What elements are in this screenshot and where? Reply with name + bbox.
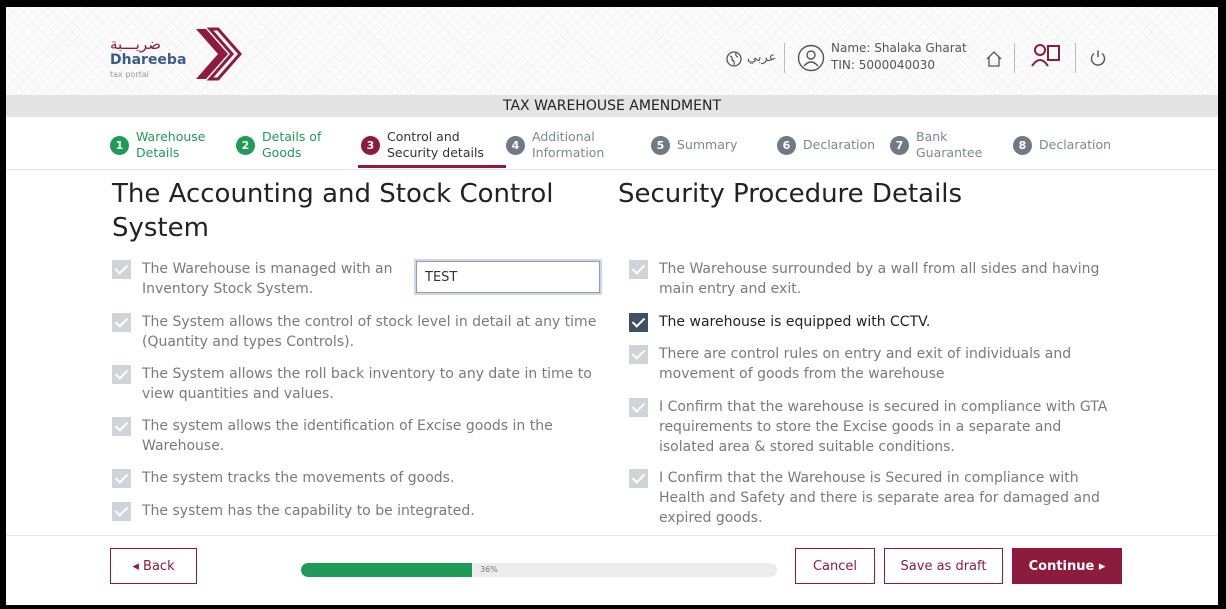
accounting-item[interactable]: The system tracks the movements of goods… [112, 468, 592, 488]
security-item[interactable]: The warehouse is equipped with CCTV. [629, 312, 1119, 332]
step-number: 4 [506, 135, 525, 155]
step-bank-guarantee[interactable]: 7 Bank Guarantee [890, 127, 982, 163]
step-details-of-goods[interactable]: 2 Details of Goods [236, 127, 321, 163]
user-name: Name: Shalaka Gharat [831, 41, 967, 55]
accounting-heading: The Accounting and Stock Control System [112, 179, 554, 243]
checkbox[interactable] [112, 313, 131, 332]
header: ضريـــبة Dhareeba tax portal عربي Name: … [6, 7, 1218, 95]
user-tin: TIN: 5000040030 [831, 58, 936, 72]
checkbox-label: The warehouse is equipped with CCTV. [659, 314, 931, 330]
step-label: Control and Security details [387, 129, 484, 160]
app-window: ضريـــبة Dhareeba tax portal عربي Name: … [6, 7, 1218, 605]
security-item[interactable]: I Confirm that the Warehouse is Secured … [629, 468, 1119, 528]
page-title: TAX WAREHOUSE AMENDMENT [6, 95, 1218, 117]
step-declaration[interactable]: 6 Declaration [777, 127, 875, 163]
accounting-item[interactable]: The system has the capability to be inte… [112, 501, 592, 521]
checkbox-label: The System allows the roll back inventor… [142, 366, 592, 402]
cancel-button[interactable]: Cancel [795, 548, 875, 584]
logo-arabic: ضريـــبة [110, 35, 161, 53]
step-control-security[interactable]: 3 Control and Security details [361, 127, 484, 163]
stepper: 1 Warehouse Details 2 Details of Goods 3… [6, 117, 1218, 170]
step-number: 6 [777, 135, 796, 155]
step-label: Details of Goods [262, 129, 322, 160]
divider [784, 43, 785, 73]
step-summary[interactable]: 5 Summary [651, 127, 737, 163]
step-number: 1 [110, 135, 129, 155]
checkbox-label: The system has the capability to be inte… [142, 503, 475, 519]
divider [6, 535, 1218, 536]
checkbox-label: The system tracks the movements of goods… [142, 470, 455, 486]
divider [1075, 43, 1076, 73]
active-step-indicator [358, 165, 506, 168]
user-icon[interactable] [797, 44, 825, 72]
divider [1014, 43, 1015, 73]
step-number: 8 [1013, 135, 1032, 155]
checkbox-label: The System allows the control of stock l… [142, 314, 597, 350]
step-additional-information[interactable]: 4 Additional Information [506, 127, 604, 163]
accounting-item[interactable]: The Warehouse is managed with an Invento… [112, 259, 412, 299]
checkbox[interactable] [112, 365, 131, 384]
checkbox[interactable] [629, 345, 648, 364]
accounting-item[interactable]: The System allows the control of stock l… [112, 312, 612, 352]
security-item[interactable]: The Warehouse surrounded by a wall from … [629, 259, 1119, 299]
logo-mark-icon[interactable] [192, 23, 242, 85]
step-label: Additional Information [532, 129, 605, 160]
step-number: 3 [361, 135, 380, 155]
logo-name: Dhareeba [110, 52, 187, 68]
checkbox-label: There are control rules on entry and exi… [659, 346, 1072, 382]
checkbox[interactable] [112, 260, 131, 279]
save-draft-button[interactable]: Save as draft [884, 548, 1003, 584]
power-icon[interactable] [1089, 49, 1107, 67]
checkbox-label: I Confirm that the warehouse is secured … [659, 399, 1108, 455]
security-heading: Security Procedure Details [618, 179, 963, 209]
checkbox-label: The system allows the identification of … [142, 418, 553, 454]
step-final-declaration[interactable]: 8 Declaration [1013, 127, 1111, 163]
step-label: Warehouse Details [136, 129, 206, 160]
checkbox[interactable] [629, 260, 648, 279]
users-book-icon[interactable] [1031, 42, 1061, 70]
checkbox-label: The Warehouse is managed with an Invento… [142, 261, 393, 297]
step-label: Declaration [803, 137, 876, 152]
progress-fill [301, 563, 473, 577]
progress-bar [301, 563, 777, 577]
checkbox[interactable] [112, 502, 131, 521]
language-link[interactable]: عربي [747, 50, 776, 65]
checkbox[interactable] [629, 398, 648, 417]
step-label: Bank Guarantee [916, 129, 983, 160]
security-item[interactable]: There are control rules on entry and exi… [629, 344, 1119, 384]
checkbox-label: I Confirm that the Warehouse is Secured … [659, 470, 1100, 526]
step-number: 5 [651, 135, 670, 155]
checkbox[interactable] [629, 313, 648, 332]
step-label: Summary [677, 137, 738, 152]
checkbox[interactable] [629, 469, 648, 488]
globe-icon[interactable] [726, 51, 742, 67]
checkbox-label: The Warehouse surrounded by a wall from … [659, 261, 1100, 297]
progress-text: 36% [480, 565, 498, 574]
step-label: Declaration [1039, 137, 1112, 152]
accounting-item[interactable]: The System allows the roll back inventor… [112, 364, 612, 404]
continue-button[interactable]: Continue ▸ [1012, 548, 1122, 584]
accounting-item[interactable]: The system allows the identification of … [112, 416, 582, 456]
home-icon[interactable] [985, 50, 1003, 68]
logo-subtitle: tax portal [110, 70, 149, 79]
back-button[interactable]: ◂ Back [110, 548, 197, 584]
step-number: 7 [890, 135, 909, 155]
inventory-system-input[interactable] [416, 261, 600, 293]
checkbox[interactable] [112, 469, 131, 488]
security-item[interactable]: I Confirm that the warehouse is secured … [629, 397, 1119, 457]
checkbox[interactable] [112, 417, 131, 436]
step-warehouse-details[interactable]: 1 Warehouse Details [110, 127, 205, 163]
step-number: 2 [236, 135, 255, 155]
